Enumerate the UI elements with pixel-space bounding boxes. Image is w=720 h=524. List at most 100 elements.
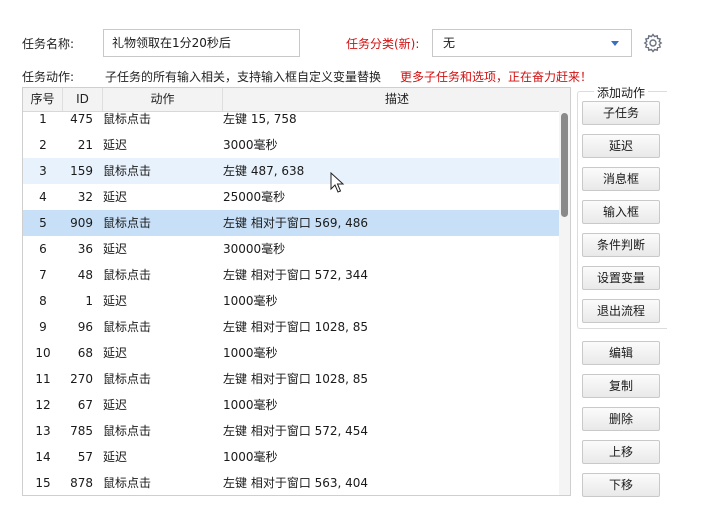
row-id: 785	[70, 424, 93, 438]
row-description: 左键 相对于窗口 563, 404	[223, 476, 369, 490]
row-number: 3	[39, 164, 47, 178]
row-id: 67	[77, 398, 93, 412]
table-row[interactable]: 4 32 延迟 25000毫秒	[23, 184, 560, 210]
add-action-button-7[interactable]: 退出流程	[582, 299, 660, 323]
row-id: 159	[70, 164, 93, 178]
row-action: 延迟	[103, 138, 128, 152]
row-id: 909	[70, 216, 93, 230]
row-number: 2	[39, 138, 47, 152]
row-number: 5	[39, 216, 47, 230]
row-id: 96	[77, 320, 93, 334]
task-category-value: 无	[443, 36, 456, 50]
row-number: 10	[35, 346, 51, 360]
add-action-button-5[interactable]: 条件判断	[582, 233, 660, 257]
row-id: 68	[77, 346, 93, 360]
table-row[interactable]: 14 57 延迟 1000毫秒	[23, 444, 560, 470]
table-row[interactable]: 6 36 延迟 30000毫秒	[23, 236, 560, 262]
table-row[interactable]: 11 270 鼠标点击 左键 相对于窗口 1028, 85	[23, 366, 560, 392]
row-number: 12	[35, 398, 51, 412]
edit-action-button-2[interactable]: 复制	[582, 374, 660, 398]
task-name-input[interactable]: 礼物领取在1分20秒后	[103, 29, 300, 57]
row-number: 14	[35, 450, 51, 464]
row-action: 延迟	[103, 242, 128, 256]
add-action-button-6[interactable]: 设置变量	[582, 266, 660, 290]
row-description: 1000毫秒	[223, 398, 278, 412]
table-row[interactable]: 9 96 鼠标点击 左键 相对于窗口 1028, 85	[23, 314, 560, 340]
task-category-select[interactable]: 无	[432, 29, 632, 57]
table-row[interactable]: 13 785 鼠标点击 左键 相对于窗口 572, 454	[23, 418, 560, 444]
task-category-label: 任务分类(新):	[346, 37, 420, 51]
row-id: 475	[70, 112, 93, 126]
row-description: 1000毫秒	[223, 450, 278, 464]
row-action: 鼠标点击	[103, 320, 152, 334]
table-row[interactable]: 10 68 延迟 1000毫秒	[23, 340, 560, 366]
row-description: 左键 相对于窗口 1028, 85	[223, 372, 369, 386]
row-action: 延迟	[103, 346, 128, 360]
row-id: 878	[70, 476, 93, 490]
table-row[interactable]: 12 67 延迟 1000毫秒	[23, 392, 560, 418]
scrollbar-thumb[interactable]	[561, 113, 568, 217]
edit-action-button-1[interactable]: 编辑	[582, 341, 660, 365]
edit-action-button-4[interactable]: 上移	[582, 440, 660, 464]
add-action-button-4[interactable]: 输入框	[582, 200, 660, 224]
add-action-button-1[interactable]: 子任务	[582, 101, 660, 125]
row-action: 鼠标点击	[103, 216, 152, 230]
row-action: 鼠标点击	[103, 372, 152, 386]
row-id: 1	[85, 294, 93, 308]
hint-warning-text: 更多子任务和选项，正在奋力赶来！	[400, 70, 593, 84]
add-action-button-3[interactable]: 消息框	[582, 167, 660, 191]
row-description: 左键 相对于窗口 572, 344	[223, 268, 369, 282]
row-number: 6	[39, 242, 47, 256]
row-number: 9	[39, 320, 47, 334]
row-id: 36	[77, 242, 93, 256]
add-action-button-2[interactable]: 延迟	[582, 134, 660, 158]
row-description: 1000毫秒	[223, 346, 278, 360]
task-actions-label: 任务动作:	[22, 70, 75, 84]
row-action: 鼠标点击	[103, 268, 152, 282]
row-number: 8	[39, 294, 47, 308]
row-number: 1	[39, 112, 47, 126]
row-id: 270	[70, 372, 93, 386]
row-action: 鼠标点击	[103, 164, 152, 178]
row-description: 25000毫秒	[223, 190, 286, 204]
table-row[interactable]: 3 159 鼠标点击 左键 487, 638	[23, 158, 560, 184]
row-description: 左键 15, 758	[223, 112, 297, 126]
table-row[interactable]: 7 48 鼠标点击 左键 相对于窗口 572, 344	[23, 262, 560, 288]
row-action: 鼠标点击	[103, 112, 152, 126]
row-number: 13	[35, 424, 51, 438]
add-action-group-title: 添加动作	[594, 84, 649, 101]
actions-table: 序号 ID 动作 描述 1 475 鼠标点击 左键 15, 758 2 21 延迟 3000毫…	[22, 87, 571, 496]
task-name-label: 任务名称:	[22, 37, 75, 51]
row-action: 鼠标点击	[103, 424, 152, 438]
row-description: 左键 相对于窗口 1028, 85	[223, 320, 369, 334]
row-id: 57	[77, 450, 93, 464]
row-number: 11	[35, 372, 51, 386]
table-row[interactable]: 1 475 鼠标点击 左键 15, 758	[23, 106, 560, 132]
row-id: 32	[77, 190, 93, 204]
row-description: 30000毫秒	[223, 242, 286, 256]
row-id: 21	[77, 138, 93, 152]
row-action: 延迟	[103, 294, 128, 308]
row-description: 左键 相对于窗口 569, 486	[223, 216, 369, 230]
table-row[interactable]: 15 878 鼠标点击 左键 相对于窗口 563, 404	[23, 470, 560, 495]
row-action: 鼠标点击	[103, 476, 152, 490]
hint-text: 子任务的所有输入相关，支持输入框自定义变量替换	[105, 70, 382, 84]
gear-icon[interactable]	[642, 32, 664, 54]
edit-action-button-3[interactable]: 删除	[582, 407, 660, 431]
table-row[interactable]: 5 909 鼠标点击 左键 相对于窗口 569, 486	[23, 210, 560, 236]
row-number: 4	[39, 190, 47, 204]
table-row[interactable]: 8 1 延迟 1000毫秒	[23, 288, 560, 314]
row-action: 延迟	[103, 450, 128, 464]
row-description: 1000毫秒	[223, 294, 278, 308]
table-scrollbar[interactable]	[559, 111, 570, 495]
row-action: 延迟	[103, 190, 128, 204]
edit-action-button-5[interactable]: 下移	[582, 473, 660, 497]
row-description: 左键 相对于窗口 572, 454	[223, 424, 369, 438]
row-description: 3000毫秒	[223, 138, 278, 152]
chevron-down-icon	[611, 41, 619, 46]
row-id: 48	[77, 268, 93, 282]
row-action: 延迟	[103, 398, 128, 412]
table-row[interactable]: 2 21 延迟 3000毫秒	[23, 132, 560, 158]
mouse-cursor-icon	[330, 172, 345, 193]
row-number: 15	[35, 476, 51, 490]
